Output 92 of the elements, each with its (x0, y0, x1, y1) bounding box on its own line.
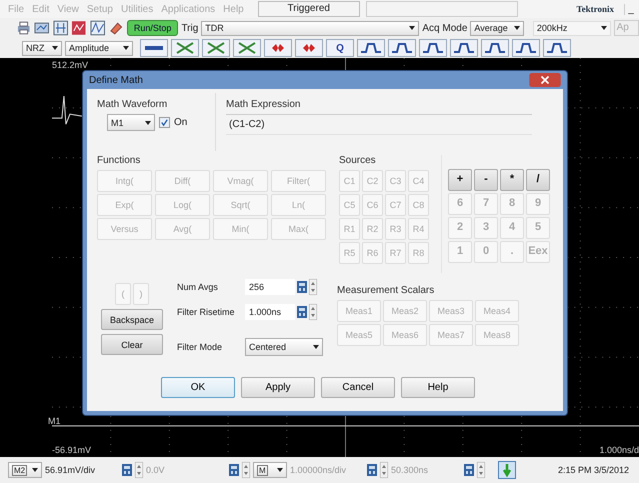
vertical-scale-field[interactable]: 56.91mV/div (45, 465, 119, 475)
caret-icon (123, 46, 129, 50)
source-dropdown[interactable]: M2 (8, 462, 42, 478)
pulse-icon[interactable] (543, 39, 571, 57)
group-label: Math Expression (226, 99, 302, 110)
field-label: Num Avgs (177, 282, 219, 292)
apply-button[interactable]: Apply (241, 377, 315, 398)
calculator-icon[interactable] (297, 306, 307, 318)
caret-icon (32, 468, 38, 472)
group-label: Math Waveform (97, 99, 168, 110)
group-label: Measurement Scalars (337, 285, 436, 296)
keypad-button[interactable]: / (526, 169, 550, 191)
backspace-button[interactable]: Backspace (101, 309, 163, 330)
pulse-icon[interactable] (481, 39, 509, 57)
close-icon[interactable] (527, 73, 563, 87)
crossing-icon[interactable] (171, 39, 199, 57)
spinner[interactable] (309, 279, 317, 295)
calculator-icon[interactable] (122, 464, 132, 476)
help-button[interactable]: Help (401, 377, 475, 398)
voltage-label: 512.2mV (52, 60, 88, 70)
trigger-status: Triggered (258, 1, 360, 17)
pulse-icon[interactable] (357, 39, 385, 57)
brand-logo: Tektronix (576, 4, 614, 14)
minimize-button[interactable]: _ (624, 4, 637, 14)
crossing-icon[interactable] (202, 39, 230, 57)
group-label: Sources (339, 155, 377, 166)
dialog-title: Define Math (88, 74, 143, 86)
spinner[interactable] (380, 462, 388, 478)
spinner[interactable] (309, 304, 317, 320)
crossing-icon[interactable] (233, 39, 261, 57)
position-field[interactable]: 50.300ns (391, 465, 461, 475)
filter-risetime-field[interactable]: 1.000ns (245, 304, 295, 320)
num-avgs-field[interactable]: 256 (245, 279, 295, 295)
grid-icon[interactable] (52, 20, 68, 36)
calculator-icon[interactable] (297, 281, 307, 293)
timebase-label: 1.000ns/d (599, 445, 639, 455)
voltage-label: -56.91mV (52, 445, 92, 455)
calculator-icon[interactable] (367, 464, 377, 476)
keypad-button[interactable]: + (448, 169, 472, 191)
spinner[interactable] (477, 462, 485, 478)
caret-icon (52, 46, 58, 50)
keypad-button[interactable]: - (474, 169, 498, 191)
field-label: Filter Risetime (177, 307, 236, 317)
app-button[interactable]: Ap (614, 20, 639, 36)
field-label: Filter Mode (177, 342, 224, 352)
pulse-icon[interactable] (388, 39, 416, 57)
filter-mode-dropdown[interactable]: Centered (245, 338, 323, 356)
spinner[interactable] (242, 462, 250, 478)
expression-field[interactable]: (C1-C2) (226, 114, 532, 135)
caret-icon (409, 26, 416, 30)
horizontal-scale-field[interactable]: 1.00000ns/div (290, 465, 364, 475)
cancel-button[interactable]: Cancel (321, 377, 395, 398)
caret-icon (600, 26, 607, 30)
printer-icon[interactable] (16, 20, 32, 36)
chart-icon[interactable] (71, 20, 87, 36)
acq-mode-label: Acq Mode (422, 22, 468, 34)
q-button[interactable]: Q (326, 39, 354, 57)
clock: 2:15 PM 3/5/2012 (558, 465, 629, 475)
measure-dropdown[interactable]: Amplitude (65, 40, 133, 56)
caret-icon (277, 468, 283, 472)
pulse-icon[interactable] (512, 39, 540, 57)
burst-icon[interactable] (295, 39, 323, 57)
caret-icon (514, 26, 520, 30)
checkbox[interactable] (159, 117, 170, 128)
burst-icon[interactable] (264, 39, 292, 57)
caret-icon (313, 345, 319, 349)
math-source-dropdown[interactable]: M (253, 462, 287, 478)
pulse-icon[interactable] (419, 39, 447, 57)
marker-icon[interactable] (498, 461, 516, 479)
trace-label: M1 (48, 416, 61, 426)
caret-icon (145, 120, 151, 124)
rate-dropdown[interactable]: 200kHz (532, 20, 611, 36)
ok-button[interactable]: OK (161, 377, 235, 398)
run-stop-button[interactable]: Run/Stop (126, 20, 178, 36)
eraser-icon[interactable] (108, 20, 124, 36)
coding-dropdown[interactable]: NRZ (22, 40, 62, 56)
checkbox-label: On (174, 117, 188, 128)
offset-field[interactable]: 0.0V (146, 465, 226, 475)
math-waveform-dropdown[interactable]: M1 (107, 114, 155, 131)
acq-mode-dropdown[interactable]: Average (470, 20, 524, 36)
calculator-icon[interactable] (464, 464, 474, 476)
group-label: Functions (97, 155, 142, 166)
trig-dropdown[interactable]: TDR (201, 20, 420, 36)
scan-icon[interactable] (34, 20, 50, 36)
waveform-icon[interactable] (90, 20, 106, 36)
calculator-icon[interactable] (229, 464, 239, 476)
bar-icon[interactable] (140, 39, 168, 57)
clear-button[interactable]: Clear (101, 334, 163, 355)
spinner[interactable] (135, 462, 143, 478)
trig-label: Trig (181, 22, 198, 34)
pulse-icon[interactable] (450, 39, 478, 57)
keypad-button[interactable]: * (500, 169, 524, 191)
